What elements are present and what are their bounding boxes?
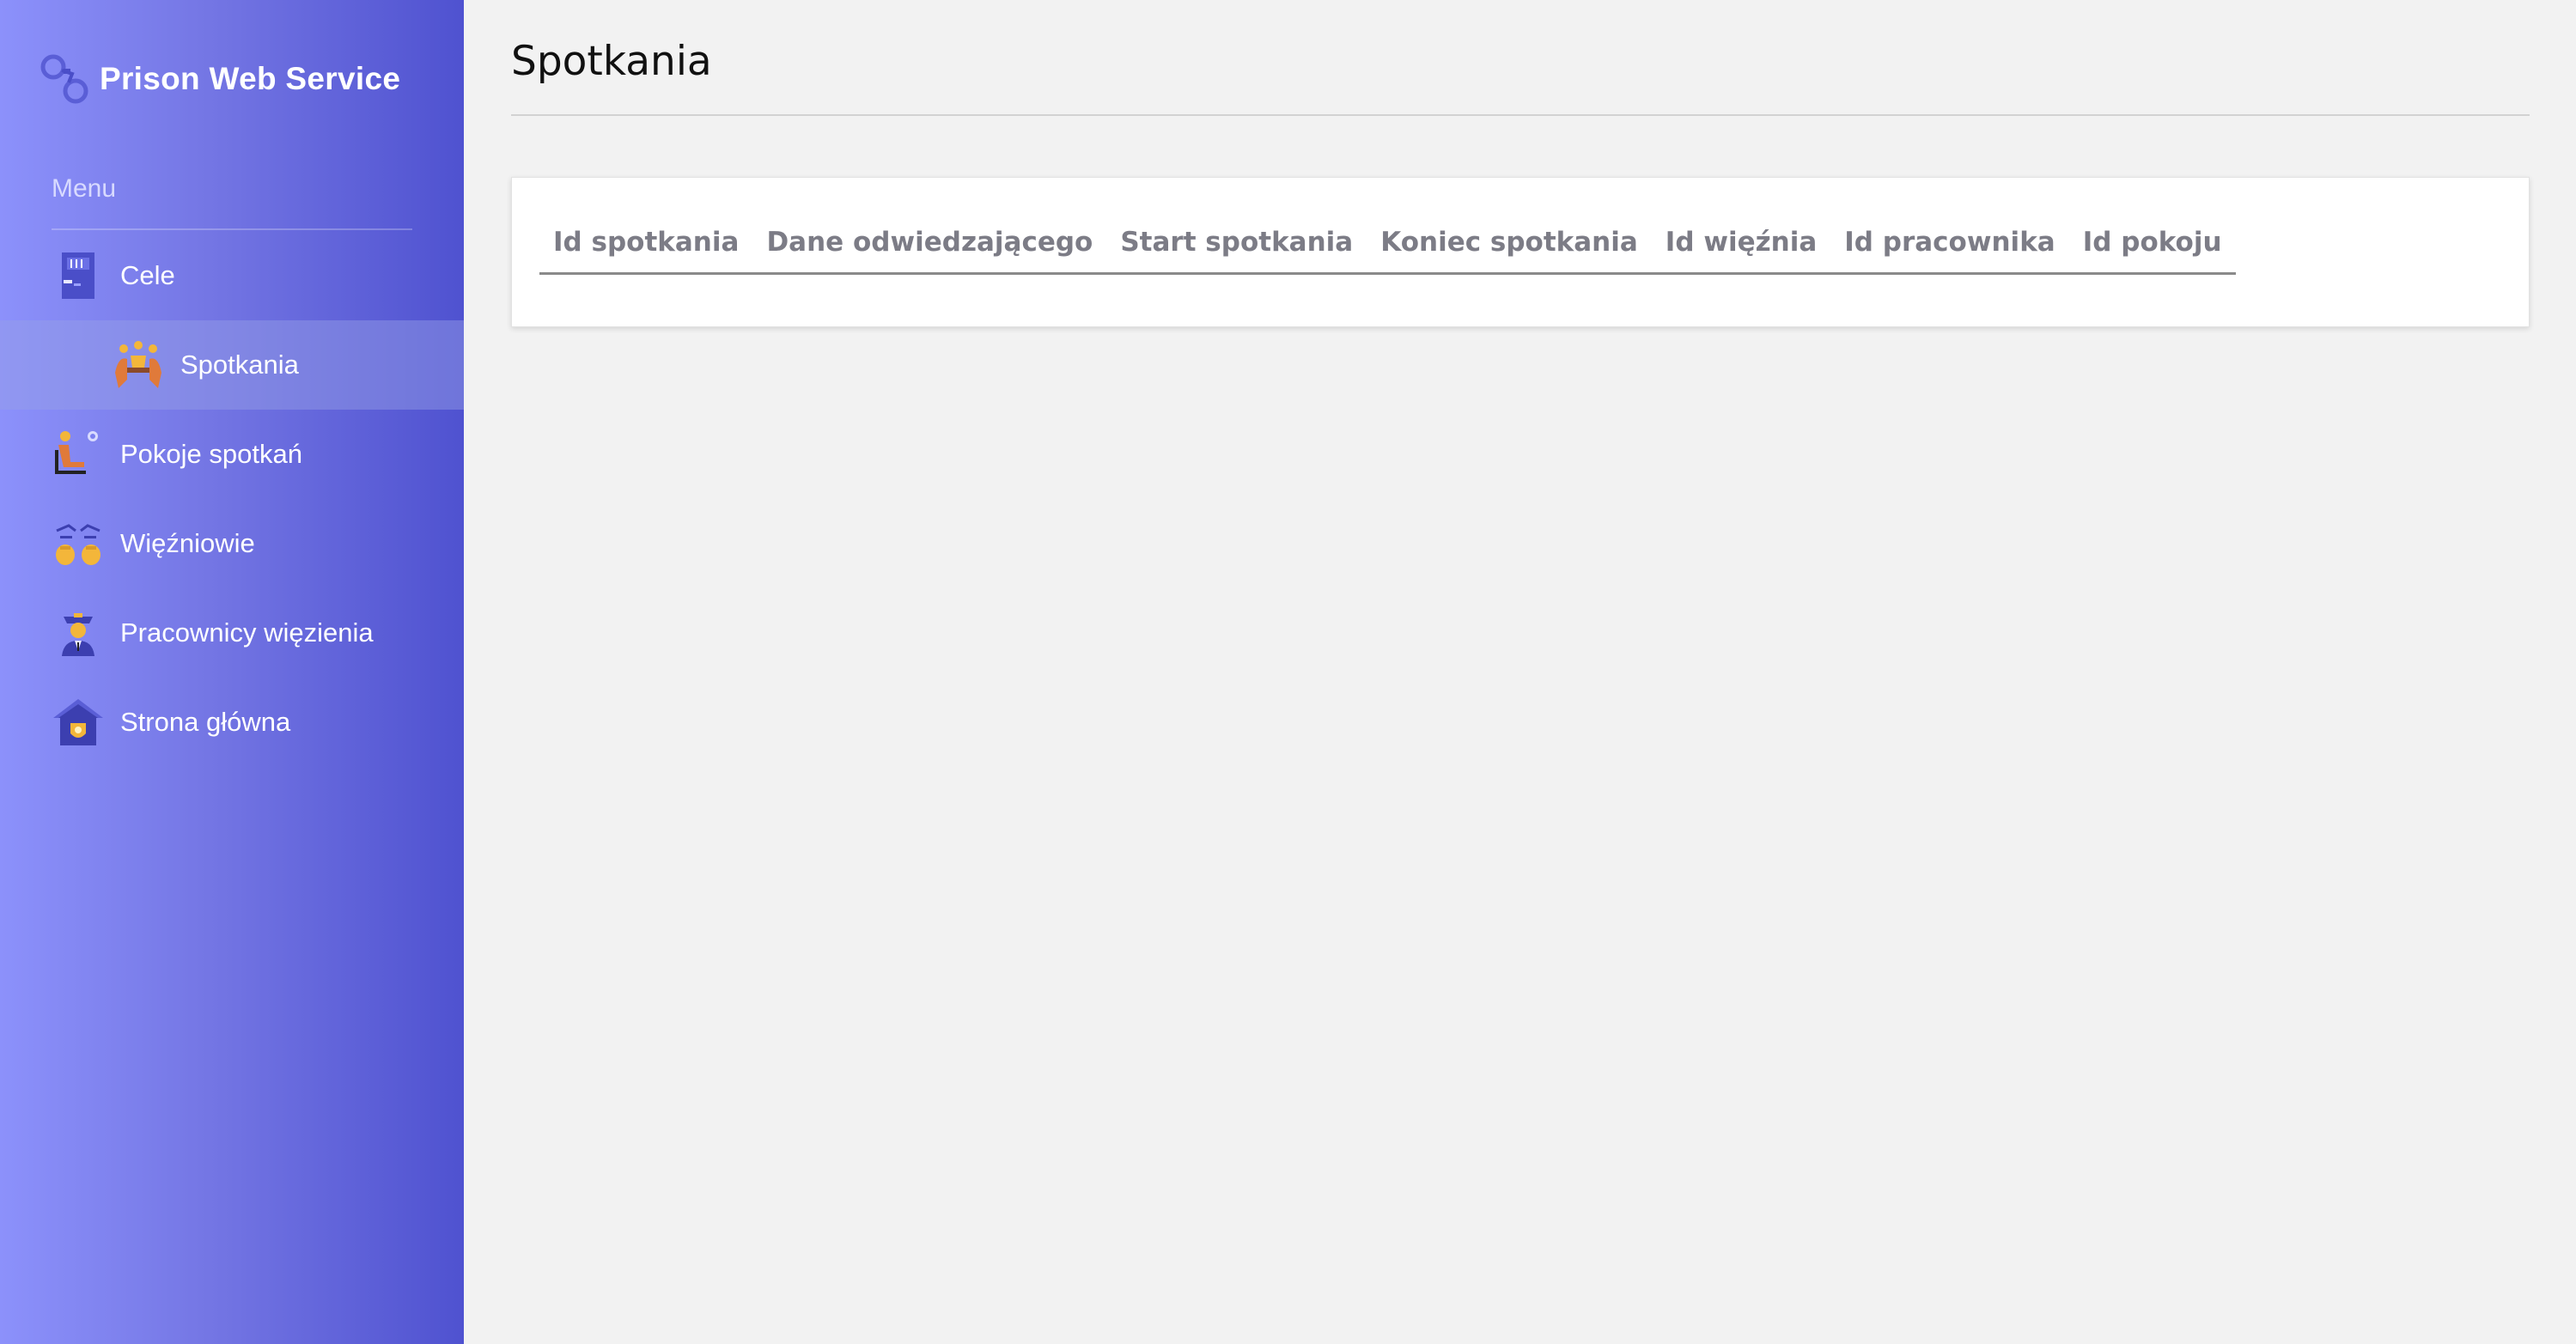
visiting-room-icon <box>55 431 98 474</box>
brand[interactable]: Prison Web Service <box>34 48 400 110</box>
sidebar-nav: Cele Spotkania Pokoje spotkań Więźniowie… <box>0 231 464 767</box>
column-header-dane-odwiedzajacego[interactable]: Dane odwiedzającego <box>752 227 1106 258</box>
sidebar-item-strona-glowna[interactable]: Strona główna <box>0 678 464 767</box>
sidebar-item-pokoje-spotkan[interactable]: Pokoje spotkań <box>0 410 464 499</box>
title-divider <box>511 114 2530 116</box>
sidebar: Prison Web Service Menu Cele Spotkania P… <box>0 0 464 1344</box>
column-header-id-wieznia[interactable]: Id więźnia <box>1652 227 1830 258</box>
meeting-icon <box>115 341 161 388</box>
page-title: Spotkania <box>511 38 712 85</box>
sidebar-item-pracownicy[interactable]: Pracownicy więzienia <box>0 588 464 678</box>
sidebar-item-cele[interactable]: Cele <box>0 231 464 320</box>
column-header-start-spotkania[interactable]: Start spotkania <box>1106 227 1367 258</box>
main-content: Spotkania Id spotkania Dane odwiedzające… <box>464 0 2576 1344</box>
menu-divider <box>52 228 412 230</box>
menu-heading: Menu <box>52 174 117 203</box>
handcuffs-icon <box>40 54 88 104</box>
prison-guard-icon <box>62 613 94 656</box>
prisoners-icon <box>56 524 100 565</box>
home-badge-icon <box>53 699 103 745</box>
cell-door-icon <box>62 252 94 299</box>
column-header-id-spotkania[interactable]: Id spotkania <box>539 227 752 258</box>
sidebar-item-spotkania[interactable]: Spotkania <box>0 320 464 410</box>
sidebar-item-wiezniowie[interactable]: Więźniowie <box>0 499 464 588</box>
column-header-id-pokoju[interactable]: Id pokoju <box>2069 227 2236 258</box>
sidebar-item-label: Cele <box>120 260 175 290</box>
sidebar-item-label: Strona główna <box>120 707 291 737</box>
column-header-koniec-spotkania[interactable]: Koniec spotkania <box>1367 227 1652 258</box>
sidebar-item-label: Więźniowie <box>120 528 255 558</box>
column-header-id-pracownika[interactable]: Id pracownika <box>1830 227 2068 258</box>
sidebar-item-label: Pracownicy więzienia <box>120 617 374 648</box>
table-header-row: Id spotkania Dane odwiedzającego Start s… <box>539 212 2236 275</box>
app-title: Prison Web Service <box>100 61 401 96</box>
sidebar-item-label: Spotkania <box>180 350 299 380</box>
meetings-table-card: Id spotkania Dane odwiedzającego Start s… <box>511 177 2530 327</box>
sidebar-item-label: Pokoje spotkań <box>120 439 302 469</box>
